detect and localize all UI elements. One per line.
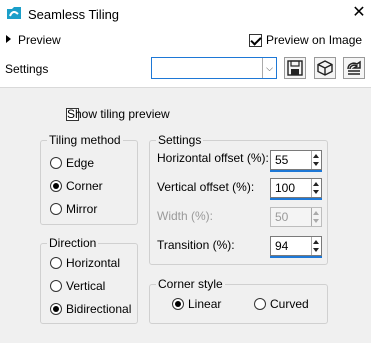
width-spinner [311, 208, 321, 226]
corner-linear-option[interactable]: Linear [172, 297, 221, 311]
direction-title: Direction [47, 236, 99, 250]
spin-up-icon[interactable] [313, 182, 319, 186]
tiling-method-title: Tiling method [47, 133, 123, 147]
direction-bidirectional-radio[interactable] [50, 303, 62, 315]
tiling-mirror-option[interactable]: Mirror [50, 202, 97, 216]
corner-linear-label: Linear [188, 297, 222, 311]
spin-up-icon [313, 211, 319, 215]
save-icon [287, 60, 303, 76]
settings-bar-label: Settings [5, 62, 49, 76]
tiling-corner-radio[interactable] [50, 180, 62, 192]
cube-icon [317, 60, 333, 76]
spin-up-icon[interactable] [313, 240, 319, 244]
horizontal-offset-spinner[interactable] [311, 151, 321, 169]
chevron-down-icon[interactable]: ⌵ [262, 58, 276, 78]
tiling-edge-label: Edge [66, 156, 95, 170]
direction-vertical-option[interactable]: Vertical [50, 279, 105, 293]
vertical-offset-field[interactable]: 100 [270, 178, 322, 200]
direction-horizontal-label: Horizontal [66, 256, 121, 270]
horizontal-offset-value: 55 [275, 153, 289, 167]
corner-linear-radio[interactable] [172, 298, 184, 310]
preview-on-image-checkbox[interactable] [249, 34, 262, 47]
title-bar: Seamless Tiling ✕ [0, 0, 371, 30]
transition-label: Transition (%): [157, 238, 235, 252]
settings-title: Settings [156, 133, 204, 147]
direction-bidirectional-option[interactable]: Bidirectional [50, 302, 131, 316]
corner-style-title: Corner style [156, 277, 225, 291]
spin-down-icon[interactable] [313, 162, 319, 166]
tiling-corner-option[interactable]: Corner [50, 179, 103, 193]
spin-up-icon[interactable] [313, 154, 319, 158]
reset-icon [347, 60, 361, 75]
tiling-mirror-label: Mirror [66, 202, 98, 216]
vertical-offset-label: Vertical offset (%): [157, 180, 255, 194]
load-preset-button[interactable] [314, 57, 336, 79]
width-field: 50 [270, 207, 322, 227]
transition-spinner[interactable] [311, 237, 321, 255]
transition-value: 94 [275, 239, 289, 253]
corner-curved-label: Curved [270, 297, 309, 311]
transition-bar [270, 256, 322, 258]
preview-on-image-label: Preview on Image [266, 33, 363, 47]
vertical-offset-spinner[interactable] [311, 179, 321, 197]
vertical-offset-bar [270, 198, 322, 200]
tiling-mirror-radio[interactable] [50, 203, 62, 215]
transition-field[interactable]: 94 [270, 236, 322, 258]
tiling-edge-radio[interactable] [50, 157, 62, 169]
vertical-offset-value: 100 [275, 181, 296, 195]
direction-horizontal-radio[interactable] [50, 257, 62, 269]
tiling-corner-label: Corner [66, 179, 103, 193]
corner-curved-option[interactable]: Curved [254, 297, 309, 311]
width-value: 50 [275, 210, 289, 224]
preview-toggle[interactable]: Preview [6, 33, 61, 49]
horizontal-offset-label: Horizontal offset (%): [157, 151, 269, 165]
spin-down-icon [313, 219, 319, 223]
direction-vertical-radio[interactable] [50, 280, 62, 292]
tiling-edge-option[interactable]: Edge [50, 156, 94, 170]
preset-select[interactable]: ⌵ [151, 57, 277, 79]
spin-down-icon[interactable] [313, 190, 319, 194]
chevron-right-icon [6, 35, 11, 43]
close-icon[interactable]: ✕ [350, 4, 368, 22]
save-preset-button[interactable] [284, 57, 306, 79]
spin-down-icon[interactable] [313, 248, 319, 252]
preview-toggle-label: Preview [18, 33, 61, 47]
reset-button[interactable] [343, 57, 365, 79]
direction-bidirectional-label: Bidirectional [66, 302, 132, 316]
corner-curved-radio[interactable] [254, 298, 266, 310]
window-title: Seamless Tiling [28, 7, 120, 22]
direction-vertical-label: Vertical [66, 279, 106, 293]
width-label: Width (%): [157, 209, 214, 223]
show-tiling-preview-label: Show tiling preview [67, 107, 170, 121]
app-icon [7, 7, 21, 19]
horizontal-offset-field[interactable]: 55 [270, 150, 322, 172]
direction-horizontal-option[interactable]: Horizontal [50, 256, 120, 270]
horizontal-offset-bar [270, 170, 322, 172]
